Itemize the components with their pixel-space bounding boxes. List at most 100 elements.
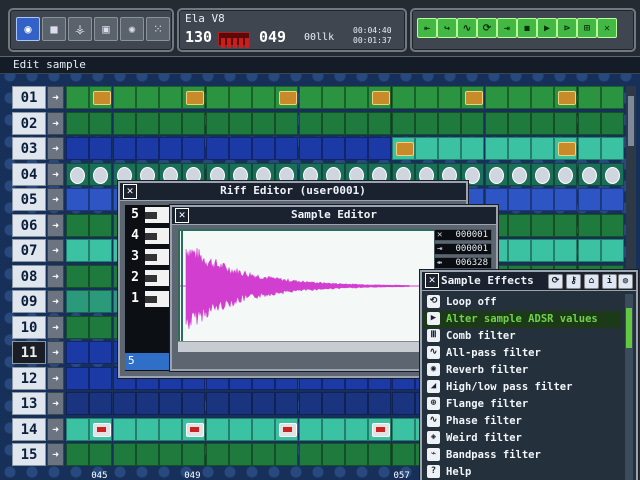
grid-cell[interactable] — [205, 392, 229, 415]
waveform-display[interactable] — [178, 229, 436, 343]
grid-cell[interactable] — [321, 111, 345, 135]
grid-cell[interactable] — [252, 392, 275, 415]
grid-cell[interactable] — [600, 188, 624, 211]
track-arrow-icon[interactable]: ➜ — [47, 290, 64, 313]
grid-cell[interactable] — [298, 443, 322, 466]
fx-item[interactable]: ∿ All-pass filter — [424, 345, 622, 362]
pattern-block[interactable] — [279, 422, 298, 437]
track-number[interactable]: 10 — [12, 315, 46, 339]
pattern-block[interactable] — [279, 91, 298, 105]
grid-cell[interactable] — [228, 86, 252, 109]
grid-cell[interactable] — [159, 443, 182, 466]
pattern-block[interactable] — [604, 166, 620, 184]
track-number[interactable]: 01 — [12, 86, 46, 109]
grid-cell[interactable] — [252, 111, 275, 135]
track-row[interactable]: 14 ➜ — [12, 417, 64, 441]
spiral-icon[interactable]: ✺ — [120, 17, 144, 41]
grid-cell[interactable] — [461, 111, 485, 135]
track-row[interactable]: 05 ➜ — [12, 188, 64, 211]
grid-cell[interactable] — [321, 417, 345, 441]
track-row[interactable]: 15 ➜ — [12, 443, 64, 466]
track-row[interactable]: 11 ➜ — [12, 341, 64, 364]
grid-cell[interactable] — [66, 137, 89, 160]
grid-cell[interactable] — [438, 111, 461, 135]
pattern-block[interactable] — [535, 166, 550, 184]
grid-cell[interactable] — [89, 213, 113, 237]
grid-cell[interactable] — [345, 392, 368, 415]
track-arrow-icon[interactable]: ➜ — [47, 213, 64, 237]
riff-pattern-row[interactable]: 2 — [125, 268, 173, 288]
grid-cell[interactable] — [182, 137, 206, 160]
grid-cell[interactable] — [89, 315, 113, 339]
grid-cell[interactable] — [368, 443, 392, 466]
grid-cell[interactable] — [345, 137, 368, 160]
fx-item[interactable]: ∿ Phase filter — [424, 413, 622, 430]
track-number[interactable]: 09 — [12, 290, 46, 313]
fx-scrollbar[interactable] — [625, 294, 633, 480]
grid-cell[interactable] — [135, 86, 159, 109]
track-number[interactable]: 12 — [12, 366, 46, 390]
track-number[interactable]: 08 — [12, 264, 46, 288]
track-arrow-icon[interactable]: ➜ — [47, 315, 64, 339]
grid-cell[interactable] — [89, 341, 113, 364]
grid-cell[interactable] — [298, 86, 322, 109]
pattern-block[interactable] — [511, 166, 527, 184]
grid-cell[interactable] — [345, 417, 368, 441]
grid-cell[interactable] — [159, 417, 182, 441]
grid-cell[interactable] — [507, 213, 531, 237]
grid-cell[interactable] — [484, 137, 508, 160]
track-number[interactable]: 13 — [12, 392, 46, 415]
track-arrow-icon[interactable]: ➜ — [47, 162, 64, 186]
track-number[interactable]: 15 — [12, 443, 46, 466]
track-arrow-icon[interactable]: ➜ — [47, 111, 64, 135]
pattern-block[interactable] — [372, 91, 391, 105]
grid-cell[interactable] — [89, 392, 113, 415]
track-number[interactable]: 06 — [12, 213, 46, 237]
grid-row[interactable] — [66, 137, 624, 161]
grid-row[interactable] — [66, 111, 624, 136]
track-number[interactable]: 05 — [12, 188, 46, 211]
grid-cell[interactable] — [205, 111, 229, 135]
pattern-block[interactable] — [93, 422, 112, 437]
grid-cell[interactable] — [112, 392, 136, 415]
grid-cell[interactable] — [89, 239, 113, 262]
track-row[interactable]: 09 ➜ — [12, 290, 64, 313]
grid-cell[interactable] — [507, 86, 531, 109]
fx-key-icon[interactable]: ⚷ — [566, 274, 581, 289]
grid-cell[interactable] — [531, 111, 554, 135]
grid-cell[interactable] — [391, 86, 415, 109]
grid-cell[interactable] — [112, 86, 136, 109]
grid-cell[interactable] — [321, 86, 345, 109]
grid-cell[interactable] — [298, 111, 322, 135]
pattern-icon[interactable]: ■ — [42, 17, 66, 41]
track-row[interactable]: 13 ➜ — [12, 392, 64, 415]
grid-cell[interactable] — [252, 137, 275, 160]
grid-cell[interactable] — [135, 111, 159, 135]
fx-item[interactable]: ◈ Weird filter — [424, 430, 622, 447]
fx-globe-icon[interactable]: ◍ — [618, 274, 633, 289]
pattern-block[interactable] — [93, 166, 109, 184]
pattern-block[interactable] — [395, 142, 414, 156]
grid-cell[interactable] — [391, 443, 415, 466]
grid-cell[interactable] — [159, 111, 182, 135]
track-arrow-icon[interactable]: ➜ — [47, 86, 64, 109]
grid-cell[interactable] — [298, 392, 322, 415]
grid-cell[interactable] — [554, 239, 578, 262]
position-value[interactable]: 049 — [259, 28, 286, 46]
grid-cell[interactable] — [205, 137, 229, 160]
track-row[interactable]: 01 ➜ — [12, 86, 64, 109]
grid-cell[interactable] — [112, 111, 136, 135]
grid-cell[interactable] — [600, 239, 624, 262]
grid-row[interactable] — [66, 86, 624, 110]
grid-cell[interactable] — [438, 137, 461, 160]
grid-cell[interactable] — [507, 111, 531, 135]
grid-cell[interactable] — [252, 443, 275, 466]
grid-cell[interactable] — [345, 443, 368, 466]
grid-cell[interactable] — [182, 443, 206, 466]
grid-cell[interactable] — [66, 239, 89, 262]
grid-cell[interactable] — [66, 443, 89, 466]
grid-cell[interactable] — [228, 392, 252, 415]
track-row[interactable]: 03 ➜ — [12, 137, 64, 160]
grid-cell[interactable] — [577, 111, 601, 135]
forward-icon[interactable]: ⇥ — [497, 18, 517, 38]
